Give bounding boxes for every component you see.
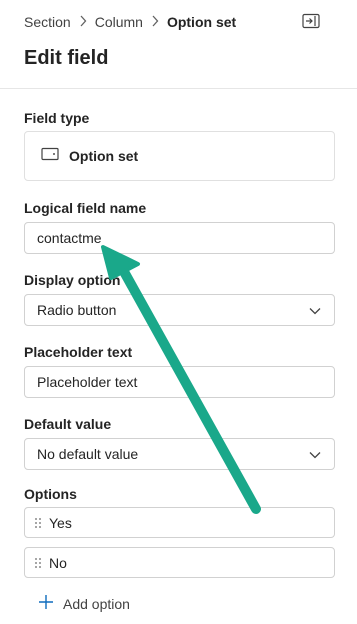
plus-icon [38, 594, 54, 613]
edit-field-form: Field type Option set Logical field name… [0, 89, 357, 624]
option-item[interactable]: No [24, 547, 335, 578]
options-label: Options [24, 486, 77, 502]
logical-name-value: contactme [37, 230, 102, 246]
option-item-label: Yes [49, 514, 72, 531]
placeholder-text-input[interactable]: Placeholder text [24, 366, 335, 398]
option-set-icon [41, 147, 59, 166]
breadcrumb-item-current: Option set [166, 14, 237, 30]
logical-name-label: Logical field name [24, 200, 147, 216]
logical-name-input[interactable]: contactme [24, 222, 335, 254]
placeholder-text-value: Placeholder text [37, 374, 138, 390]
chevron-right-icon [71, 15, 95, 30]
display-option-value: Radio button [37, 302, 117, 318]
add-option-label: Add option [63, 595, 130, 612]
display-option-label: Display option [24, 272, 121, 288]
default-value-label: Default value [24, 416, 112, 432]
breadcrumb: Section Column Option set [24, 13, 236, 31]
field-type-label: Field type [24, 110, 90, 126]
drag-handle-icon[interactable] [33, 516, 43, 530]
add-option-button[interactable]: Add option [38, 594, 130, 613]
breadcrumb-item-section[interactable]: Section [24, 14, 71, 30]
chevron-down-icon [308, 304, 322, 318]
page-title: Edit field [24, 47, 109, 69]
placeholder-text-label: Placeholder text [24, 344, 133, 360]
default-value-value: No default value [37, 446, 139, 462]
breadcrumb-item-column[interactable]: Column [95, 14, 143, 30]
chevron-down-icon [308, 448, 322, 462]
field-type-value: Option set [69, 148, 139, 164]
panel-header: Section Column Option set Edit field [0, 0, 357, 90]
display-option-select[interactable]: Radio button [24, 294, 335, 326]
option-item-label: No [49, 554, 67, 571]
option-item[interactable]: Yes [24, 507, 335, 538]
default-value-select[interactable]: No default value [24, 438, 335, 470]
field-type-display: Option set [24, 131, 335, 181]
collapse-panel-icon[interactable] [302, 13, 320, 29]
drag-handle-icon[interactable] [33, 556, 43, 570]
chevron-right-icon [143, 15, 167, 30]
